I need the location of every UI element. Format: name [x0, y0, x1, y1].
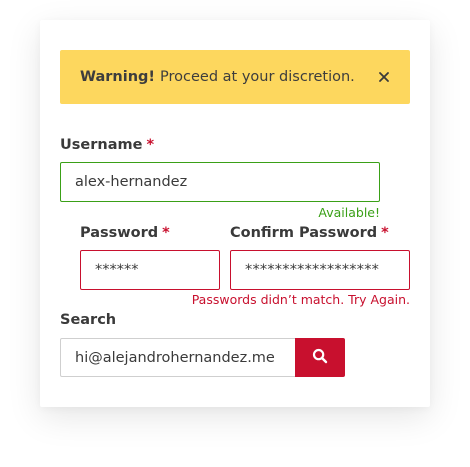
alert-title: Warning!: [80, 69, 156, 85]
confirm-password-label: Confirm Password *: [230, 225, 389, 241]
search-label: Search: [60, 312, 117, 328]
username-input[interactable]: alex-hernandez: [60, 162, 380, 202]
close-icon[interactable]: [378, 71, 390, 83]
search-icon: [312, 348, 328, 368]
confirm-password-input[interactable]: ******************: [230, 250, 410, 290]
username-label-text: Username: [60, 137, 143, 153]
password-value: ******: [95, 262, 139, 278]
required-asterisk: *: [162, 225, 170, 241]
username-hint: Available!: [318, 205, 380, 220]
confirm-password-value: ******************: [245, 262, 380, 278]
password-label-text: Password: [80, 225, 159, 241]
warning-alert: Warning! Proceed at your discretion.: [60, 50, 410, 104]
required-asterisk: *: [381, 225, 389, 241]
username-value: alex-hernandez: [75, 174, 188, 190]
search-button[interactable]: [295, 338, 345, 377]
alert-message: Proceed at your discretion.: [160, 69, 355, 85]
password-input[interactable]: ******: [80, 250, 220, 290]
password-label: Password *: [80, 225, 170, 241]
required-asterisk: *: [146, 137, 155, 153]
confirm-password-label-text: Confirm Password: [230, 225, 378, 241]
username-label: Username *: [60, 137, 154, 153]
search-input[interactable]: hi@alejandrohernandez.me: [60, 338, 296, 377]
confirm-password-hint: Passwords didn’t match. Try Again.: [191, 292, 410, 307]
form-card: Warning! Proceed at your discretion. Use…: [40, 20, 430, 407]
search-value: hi@alejandrohernandez.me: [75, 349, 275, 366]
